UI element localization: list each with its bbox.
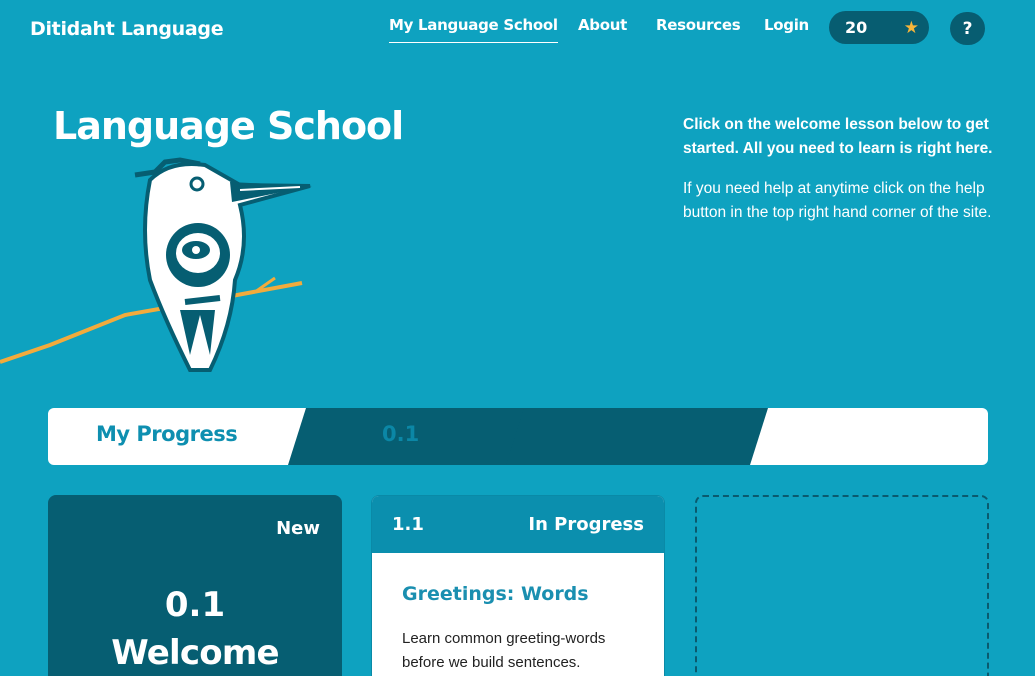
card-number: 0.1 xyxy=(164,585,226,625)
intro-help: If you need help at anytime click on the… xyxy=(683,180,992,221)
nav-login[interactable]: Login xyxy=(764,16,809,34)
lesson-card-welcome[interactable]: New 0.1 Welcome xyxy=(48,495,342,676)
card-status-badge: In Progress xyxy=(528,514,644,535)
brand-logo[interactable]: Ditidaht Language xyxy=(30,18,224,40)
nav-resources[interactable]: Resources xyxy=(656,16,741,34)
card-title: Welcome xyxy=(111,633,279,673)
stars-count: 20 xyxy=(845,18,868,37)
lesson-card-placeholder xyxy=(695,495,989,676)
card-title: Greetings: Words xyxy=(402,583,589,605)
nav-about[interactable]: About xyxy=(578,16,627,34)
card-header: 1.1 In Progress xyxy=(372,496,664,553)
progress-segment-label: 0.1 xyxy=(382,422,420,446)
help-button[interactable]: ? xyxy=(950,12,985,45)
progress-bar: My Progress 0.1 xyxy=(48,408,988,465)
card-description: Learn common greeting-words before we bu… xyxy=(402,630,606,671)
nav-my-language-school[interactable]: My Language School xyxy=(389,16,558,43)
star-icon: ★ xyxy=(903,17,919,38)
card-status-badge: New xyxy=(276,518,320,539)
intro-text: Click on the welcome lesson below to get… xyxy=(683,113,993,241)
app-root: Ditidaht Language My Language School Abo… xyxy=(0,0,1035,676)
card-number: 1.1 xyxy=(392,514,424,535)
kingfisher-illustration xyxy=(0,157,312,372)
page-title: Language School xyxy=(53,104,404,148)
lesson-card-greetings[interactable]: 1.1 In Progress Greetings: Words Learn c… xyxy=(371,495,665,676)
progress-segment-next xyxy=(506,408,768,465)
intro-bold: Click on the welcome lesson below to get… xyxy=(683,116,993,157)
stars-counter[interactable]: 20 ★ xyxy=(829,11,929,44)
progress-label: My Progress xyxy=(96,422,238,446)
